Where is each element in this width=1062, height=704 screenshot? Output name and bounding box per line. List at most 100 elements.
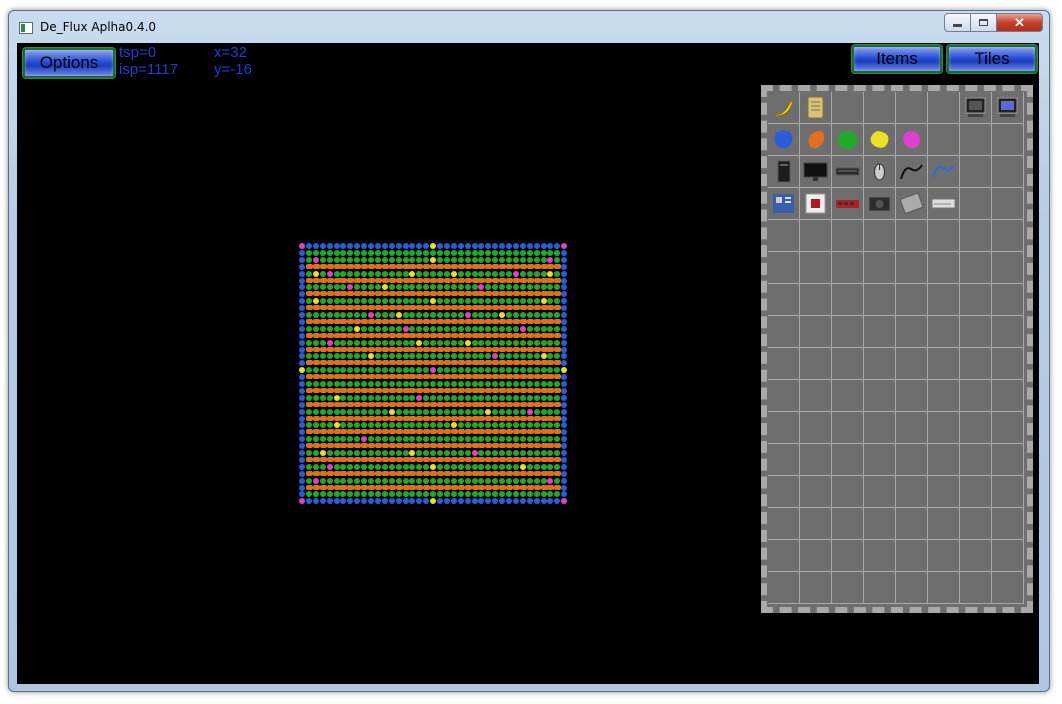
inventory-slot[interactable] [960, 444, 992, 476]
inventory-slot[interactable] [768, 348, 800, 380]
items-button[interactable]: Items [852, 45, 942, 73]
inventory-slot[interactable] [960, 316, 992, 348]
inventory-slot[interactable] [992, 92, 1024, 124]
inventory-slot[interactable] [960, 124, 992, 156]
inventory-slot[interactable] [800, 252, 832, 284]
inventory-slot[interactable] [864, 188, 896, 220]
inventory-slot[interactable] [768, 540, 800, 572]
inventory-slot[interactable] [800, 412, 832, 444]
inventory-slot[interactable] [928, 316, 960, 348]
inventory-slot[interactable] [768, 92, 800, 124]
inventory-slot[interactable] [896, 412, 928, 444]
inventory-slot[interactable] [864, 412, 896, 444]
inventory-slot[interactable] [896, 380, 928, 412]
inventory-slot[interactable] [992, 444, 1024, 476]
inventory-slot[interactable] [896, 188, 928, 220]
inventory-slot[interactable] [992, 284, 1024, 316]
inventory-slot[interactable] [960, 412, 992, 444]
inventory-slot[interactable] [864, 284, 896, 316]
inventory-slot[interactable] [928, 508, 960, 540]
inventory-slot[interactable] [928, 540, 960, 572]
inventory-slot[interactable] [864, 92, 896, 124]
inventory-slot[interactable] [960, 508, 992, 540]
inventory-slot[interactable] [896, 284, 928, 316]
inventory-slot[interactable] [960, 252, 992, 284]
inventory-slot[interactable] [928, 444, 960, 476]
inventory-slot[interactable] [800, 188, 832, 220]
inventory-slot[interactable] [960, 284, 992, 316]
inventory-slot[interactable] [928, 380, 960, 412]
inventory-slot[interactable] [864, 540, 896, 572]
inventory-slot[interactable] [864, 476, 896, 508]
inventory-slot[interactable] [992, 380, 1024, 412]
inventory-slot[interactable] [928, 188, 960, 220]
inventory-slot[interactable] [832, 412, 864, 444]
inventory-slot[interactable] [992, 412, 1024, 444]
inventory-slot[interactable] [768, 220, 800, 252]
inventory-slot[interactable] [768, 124, 800, 156]
inventory-slot[interactable] [960, 380, 992, 412]
inventory-slot[interactable] [960, 92, 992, 124]
inventory-slot[interactable] [768, 380, 800, 412]
inventory-slot[interactable] [864, 380, 896, 412]
minimize-button[interactable] [944, 13, 971, 32]
inventory-slot[interactable] [896, 476, 928, 508]
inventory-slot[interactable] [864, 156, 896, 188]
inventory-slot[interactable] [992, 124, 1024, 156]
inventory-slot[interactable] [864, 220, 896, 252]
inventory-slot[interactable] [896, 508, 928, 540]
title-bar[interactable]: De_Flux Aplha0.4.0 ✕ [9, 11, 1049, 43]
inventory-slot[interactable] [928, 156, 960, 188]
inventory-slot[interactable] [800, 156, 832, 188]
inventory-slot[interactable] [864, 444, 896, 476]
inventory-slot[interactable] [768, 316, 800, 348]
inventory-slot[interactable] [768, 156, 800, 188]
inventory-slot[interactable] [768, 508, 800, 540]
inventory-slot[interactable] [896, 540, 928, 572]
inventory-slot[interactable] [800, 508, 832, 540]
inventory-slot[interactable] [768, 412, 800, 444]
inventory-slot[interactable] [832, 252, 864, 284]
inventory-slot[interactable] [896, 156, 928, 188]
inventory-slot[interactable] [768, 252, 800, 284]
options-button[interactable]: Options [23, 48, 115, 78]
inventory-slot[interactable] [960, 348, 992, 380]
inventory-slot[interactable] [928, 92, 960, 124]
inventory-slot[interactable] [800, 316, 832, 348]
game-viewport[interactable]: Options tsp=0 isp=1117 x=32 y=-16 Items … [17, 43, 1039, 684]
maximize-button[interactable] [971, 13, 997, 32]
inventory-slot[interactable] [896, 252, 928, 284]
inventory-slot[interactable] [928, 476, 960, 508]
inventory-slot[interactable] [864, 124, 896, 156]
inventory-slot[interactable] [832, 188, 864, 220]
inventory-slot[interactable] [832, 508, 864, 540]
inventory-slot[interactable] [896, 348, 928, 380]
inventory-slot[interactable] [864, 316, 896, 348]
inventory-slot[interactable] [832, 284, 864, 316]
inventory-slot[interactable] [832, 476, 864, 508]
inventory-slot[interactable] [992, 348, 1024, 380]
inventory-slot[interactable] [800, 444, 832, 476]
inventory-slot[interactable] [928, 252, 960, 284]
inventory-slot[interactable] [864, 252, 896, 284]
inventory-slot[interactable] [800, 348, 832, 380]
inventory-slot[interactable] [832, 572, 864, 604]
inventory-slot[interactable] [928, 124, 960, 156]
inventory-slot[interactable] [992, 476, 1024, 508]
inventory-slot[interactable] [992, 572, 1024, 604]
inventory-slot[interactable] [768, 284, 800, 316]
inventory-slot[interactable] [896, 92, 928, 124]
inventory-slot[interactable] [800, 124, 832, 156]
close-button[interactable]: ✕ [997, 13, 1043, 32]
inventory-slot[interactable] [832, 92, 864, 124]
inventory-slot[interactable] [864, 508, 896, 540]
inventory-slot[interactable] [960, 540, 992, 572]
inventory-slot[interactable] [992, 220, 1024, 252]
inventory-slot[interactable] [992, 540, 1024, 572]
inventory-slot[interactable] [928, 220, 960, 252]
inventory-slot[interactable] [896, 316, 928, 348]
inventory-slot[interactable] [800, 380, 832, 412]
inventory-slot[interactable] [896, 220, 928, 252]
inventory-slot[interactable] [928, 348, 960, 380]
inventory-slot[interactable] [832, 156, 864, 188]
